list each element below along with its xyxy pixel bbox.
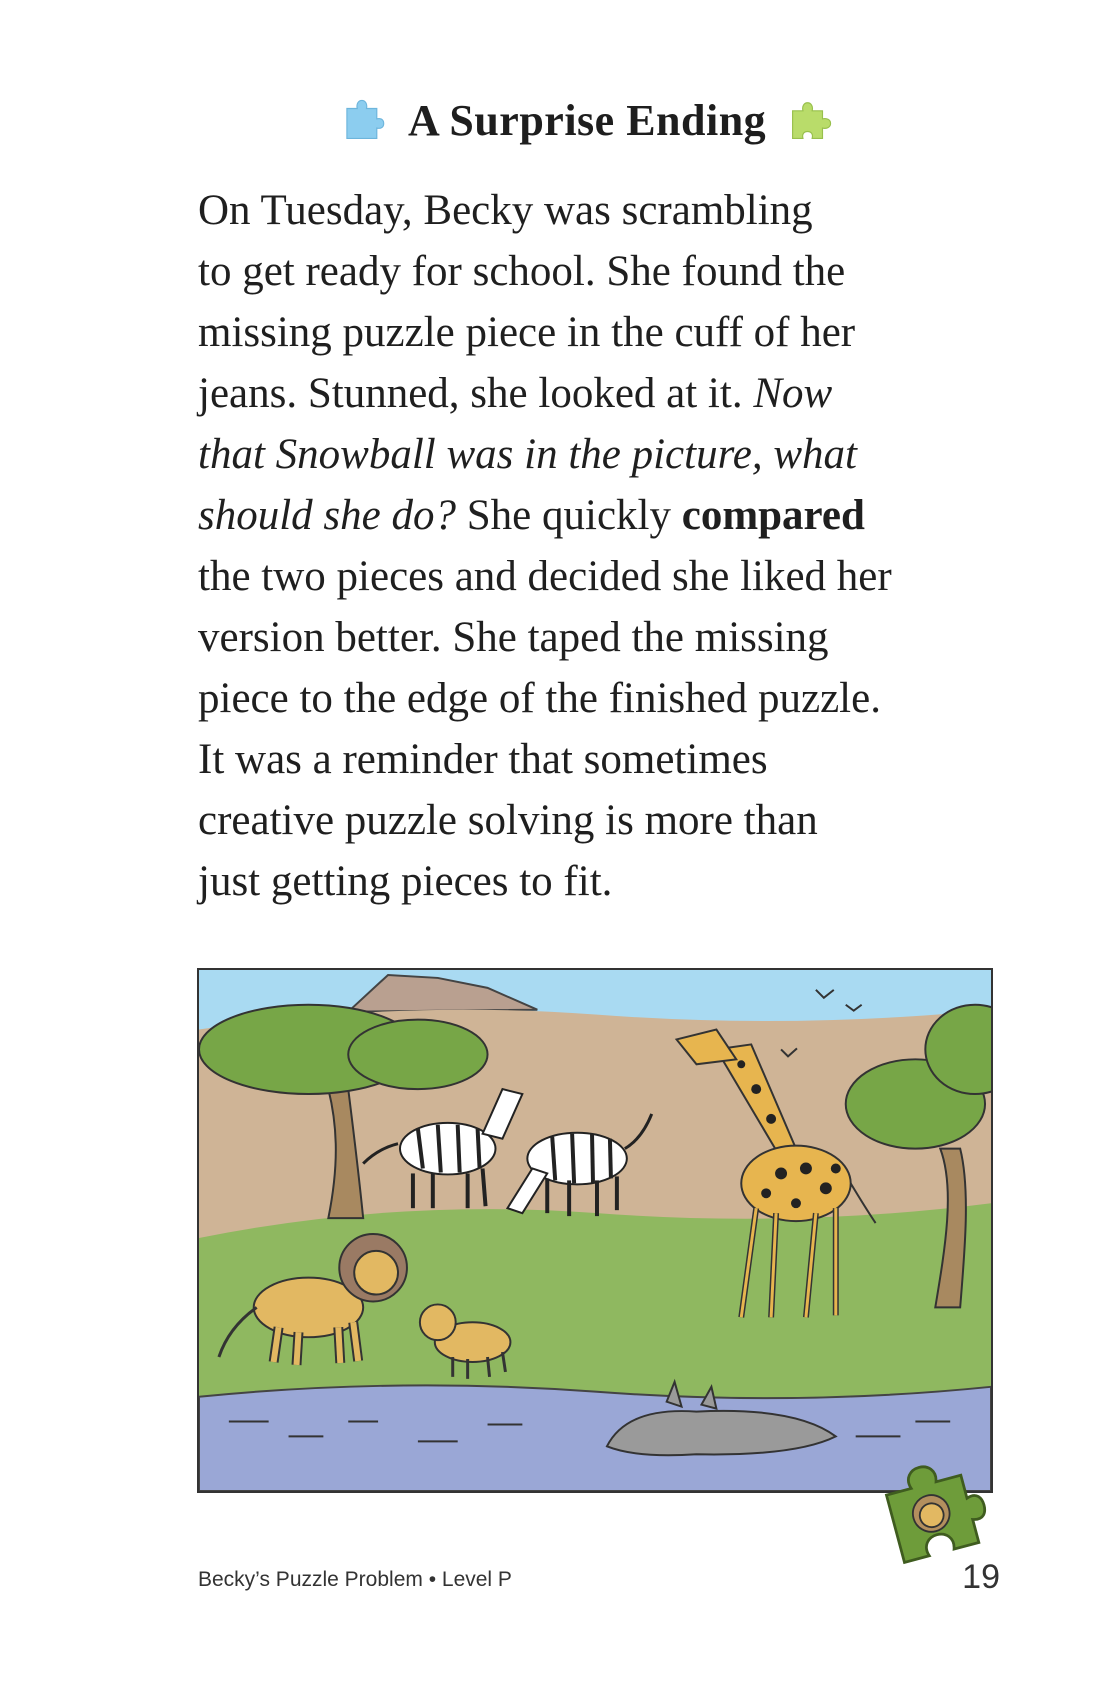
story-line: just getting pieces to fit. (198, 858, 613, 905)
story-line: missing puzzle piece in the cuff of her (198, 309, 856, 356)
story-line: On Tuesday, Becky was scrambling (198, 187, 813, 234)
story-line: It was a reminder that sometimes (198, 736, 768, 783)
savanna-illustration (197, 968, 993, 1493)
vocabulary-word: compared (681, 492, 865, 539)
story-line: jeans. Stunned, she looked at it. Now (198, 363, 1018, 424)
story-line: piece to the edge of the finished puzzle… (198, 675, 881, 722)
story-text-run: She quickly (456, 492, 682, 539)
savanna-scene (199, 970, 991, 1491)
page-number: 19 (962, 1558, 1000, 1596)
puzzle-piece-icon (792, 102, 832, 139)
puzzle-piece-icon (346, 99, 385, 139)
italic-thought: should she do? (198, 492, 456, 539)
story-line: should she do? She quickly compared (198, 485, 1018, 546)
story-line: to get ready for school. She found the (198, 248, 846, 295)
book-footer: Becky’s Puzzle Problem • Level P (198, 1568, 512, 1591)
puzzle-piece-lion-icon (884, 1465, 987, 1565)
river (199, 1384, 991, 1491)
story-text-run: jeans. Stunned, she looked at it. (198, 370, 754, 417)
story-line: creative puzzle solving is more than (198, 797, 818, 844)
story-text: On Tuesday, Becky was scrambling to get … (198, 180, 1018, 912)
story-line: version better. She taped the missing (198, 614, 829, 661)
italic-thought: Now (753, 370, 833, 417)
story-line: the two pieces and decided she liked her (198, 553, 892, 600)
story-line: that Snowball was in the picture, what (198, 424, 1018, 485)
italic-thought: that Snowball was in the picture, what (198, 431, 857, 478)
chapter-header: A Surprise Ending (340, 90, 880, 150)
page-title: A Surprise Ending (408, 95, 767, 145)
